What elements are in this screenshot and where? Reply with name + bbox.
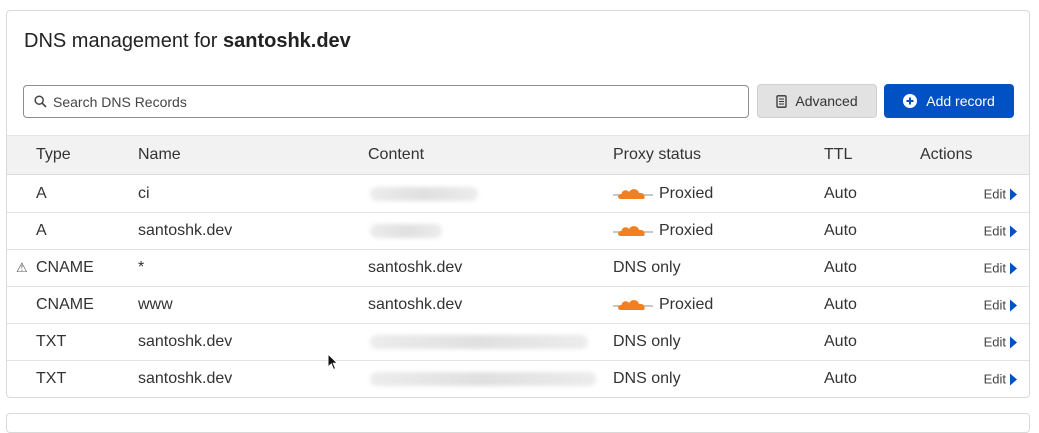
warning-icon: ⚠ <box>16 260 28 275</box>
table-row[interactable]: TXT santoshk.dev DNS only Auto Edit <box>7 361 1029 397</box>
edit-button[interactable]: Edit <box>984 261 1017 276</box>
plus-circle-icon <box>903 94 918 108</box>
document-icon <box>776 94 788 108</box>
add-record-label: Add record <box>926 93 995 109</box>
record-type: A <box>36 222 47 239</box>
redacted-content <box>370 224 442 238</box>
search-placeholder: Search DNS Records <box>53 93 187 110</box>
proxied-cloud-icon <box>613 189 653 199</box>
next-card <box>6 413 1030 433</box>
record-type: TXT <box>36 370 67 387</box>
record-type: TXT <box>36 333 67 350</box>
edit-button[interactable]: Edit <box>984 335 1017 350</box>
edit-button[interactable]: Edit <box>984 187 1017 202</box>
proxy-status-label: DNS only <box>613 259 681 276</box>
column-header-ttl[interactable]: TTL <box>824 146 852 164</box>
search-icon <box>34 95 47 108</box>
record-type: CNAME <box>36 259 94 276</box>
proxy-status-label: DNS only <box>613 333 681 350</box>
mouse-cursor-icon <box>327 353 338 371</box>
proxied-cloud-icon <box>613 300 653 310</box>
advanced-button[interactable]: Advanced <box>757 84 877 118</box>
edit-label: Edit <box>983 186 1006 202</box>
column-header-content[interactable]: Content <box>368 146 424 164</box>
redacted-content <box>370 187 478 201</box>
proxy-status: Proxied <box>613 296 713 314</box>
dns-management-card: DNS management for santoshk.dev Search D… <box>6 10 1030 398</box>
edit-button[interactable]: Edit <box>984 224 1017 239</box>
proxy-status-label: DNS only <box>613 370 681 387</box>
advanced-label: Advanced <box>795 93 858 109</box>
record-name: santoshk.dev <box>138 333 233 350</box>
expand-arrow-icon <box>1010 262 1017 274</box>
redacted-content <box>370 335 588 349</box>
record-ttl: Auto <box>824 222 857 239</box>
edit-button[interactable]: Edit <box>984 298 1017 313</box>
add-record-button[interactable]: Add record <box>884 84 1014 118</box>
table-header: Type Name Content Proxy status TTL Actio… <box>7 135 1029 175</box>
table-row[interactable]: Aci Proxied Auto Edit <box>7 176 1029 213</box>
column-header-actions: Actions <box>920 146 973 163</box>
expand-arrow-icon <box>1010 299 1017 311</box>
edit-label: Edit <box>983 334 1006 350</box>
record-content: santoshk.dev <box>368 259 463 276</box>
proxy-status-label: Proxied <box>659 185 714 202</box>
page-title-domain: santoshk.dev <box>222 30 351 52</box>
proxy-status-label: Proxied <box>659 222 714 239</box>
column-header-proxy-status[interactable]: Proxy status <box>613 146 701 164</box>
column-header-type[interactable]: Type <box>36 146 71 164</box>
column-header-name[interactable]: Name <box>138 146 181 164</box>
record-name: santoshk.dev <box>138 222 233 239</box>
redacted-content <box>370 372 596 386</box>
expand-arrow-icon <box>1010 188 1017 200</box>
record-type: CNAME <box>36 296 94 313</box>
record-name: ci <box>138 185 150 202</box>
record-ttl: Auto <box>824 296 857 313</box>
proxy-status: Proxied <box>613 185 713 203</box>
record-ttl: Auto <box>824 259 857 276</box>
expand-arrow-icon <box>1010 336 1017 348</box>
edit-label: Edit <box>983 371 1006 387</box>
record-name: * <box>138 259 145 276</box>
search-input[interactable]: Search DNS Records <box>23 85 749 118</box>
table-row[interactable]: TXT santoshk.dev DNS only Auto Edit <box>7 324 1029 361</box>
record-ttl: Auto <box>824 185 857 202</box>
table-row[interactable]: Asantoshk.dev Proxied Auto Edit <box>7 213 1029 250</box>
edit-label: Edit <box>983 297 1006 313</box>
expand-arrow-icon <box>1010 225 1017 237</box>
record-ttl: Auto <box>824 370 857 387</box>
proxy-status: Proxied <box>613 222 713 240</box>
page-title-prefix: DNS management for <box>24 30 223 52</box>
table-row[interactable]: CNAME www santoshk.dev Proxied Auto Edit <box>7 287 1029 324</box>
edit-label: Edit <box>983 223 1006 239</box>
record-name: www <box>138 296 173 313</box>
edit-label: Edit <box>983 260 1006 276</box>
expand-arrow-icon <box>1010 373 1017 385</box>
record-type: A <box>36 185 47 202</box>
proxy-status-label: Proxied <box>659 296 714 313</box>
record-content: santoshk.dev <box>368 296 463 313</box>
page-title: DNS management for santoshk.dev <box>24 30 351 53</box>
record-name: santoshk.dev <box>138 370 233 387</box>
table-row[interactable]: ⚠ CNAME * santoshk.dev DNS only Auto Edit <box>7 250 1029 287</box>
record-ttl: Auto <box>824 333 857 350</box>
edit-button[interactable]: Edit <box>984 372 1017 387</box>
proxied-cloud-icon <box>613 226 653 236</box>
